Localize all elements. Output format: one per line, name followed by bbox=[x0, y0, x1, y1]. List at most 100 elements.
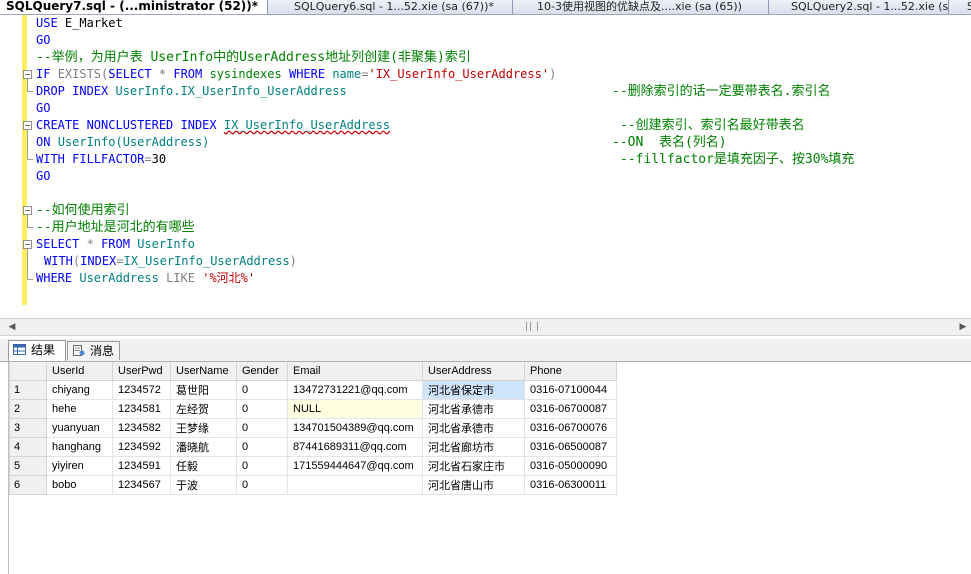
cell-phone[interactable]: 0316-06300011 bbox=[524, 475, 617, 495]
cell-useraddress[interactable]: 河北省保定市 bbox=[422, 380, 525, 400]
results-grid[interactable]: UserId UserPwd UserName Gender Email Use… bbox=[8, 362, 971, 574]
cell-useraddress[interactable]: 河北省廊坊市 bbox=[422, 437, 525, 457]
outline-line bbox=[27, 215, 28, 227]
code-line-10: GO bbox=[36, 169, 51, 183]
outline-line bbox=[27, 249, 28, 279]
cell-email[interactable]: 171559444647@qq.com bbox=[287, 456, 423, 476]
results-table: UserId UserPwd UserName Gender Email Use… bbox=[9, 362, 617, 495]
scroll-left-icon[interactable]: ◀ bbox=[6, 321, 18, 333]
cell-userid[interactable]: yiyiren bbox=[46, 456, 113, 476]
cell-email[interactable]: 13472731221@qq.com bbox=[287, 380, 423, 400]
cell-email[interactable]: 87441689311@qq.com bbox=[287, 437, 423, 457]
collapse-icon[interactable]: − bbox=[23, 240, 32, 249]
cell-phone[interactable]: 0316-06700087 bbox=[524, 399, 617, 419]
tab-sqlquery2[interactable]: SQLQuery2.sql - 1...52.xie (sa (64)) bbox=[769, 0, 949, 14]
tab-sqlquery7[interactable]: SQLQuery7.sql - (...ministrator (52))* bbox=[0, 0, 268, 14]
row-number[interactable]: 2 bbox=[9, 399, 47, 419]
column-header-username[interactable]: UserName bbox=[170, 362, 237, 381]
cell-username[interactable]: 葛世阳 bbox=[170, 380, 237, 400]
code-line-7: CREATE NONCLUSTERED INDEX IX_UserInfo_Us… bbox=[36, 118, 391, 132]
code-line-8: ON UserInfo(UserAddress) bbox=[36, 135, 210, 149]
tab-sqlquery-more[interactable]: SQLQuery bbox=[949, 0, 971, 14]
code-line-13-comment: --用户地址是河北的有哪些 bbox=[36, 220, 195, 235]
collapse-icon[interactable]: − bbox=[23, 206, 32, 215]
cell-userpwd[interactable]: 1234582 bbox=[112, 418, 171, 438]
table-row[interactable]: 4 hanghang 1234592 潘晓航 0 87441689311@qq.… bbox=[9, 437, 617, 457]
cell-username[interactable]: 王梦缘 bbox=[170, 418, 237, 438]
cell-gender[interactable]: 0 bbox=[236, 456, 288, 476]
cell-userpwd[interactable]: 1234591 bbox=[112, 456, 171, 476]
cell-phone[interactable]: 0316-06500087 bbox=[524, 437, 617, 457]
tab-view-pros-cons[interactable]: 10-3使用视图的优缺点及....xie (sa (65)) bbox=[513, 0, 769, 14]
cell-userid[interactable]: hehe bbox=[46, 399, 113, 419]
cell-gender[interactable]: 0 bbox=[236, 437, 288, 457]
column-header-userpwd[interactable]: UserPwd bbox=[112, 362, 171, 381]
column-header-gender[interactable]: Gender bbox=[236, 362, 288, 381]
code-line-16: WHERE UserAddress LIKE '%河北%' bbox=[36, 271, 256, 285]
cell-username[interactable]: 潘晓航 bbox=[170, 437, 237, 457]
cell-username[interactable]: 任毅 bbox=[170, 456, 237, 476]
row-number[interactable]: 6 bbox=[9, 475, 47, 495]
code-line-12-comment: --如何使用索引 bbox=[36, 203, 130, 218]
cell-userpwd[interactable]: 1234572 bbox=[112, 380, 171, 400]
cell-username[interactable]: 左经贺 bbox=[170, 399, 237, 419]
scroll-right-icon[interactable]: ▶ bbox=[957, 321, 969, 333]
row-number[interactable]: 4 bbox=[9, 437, 47, 457]
code-line-5: DROP INDEX UserInfo.IX_UserInfo_UserAddr… bbox=[36, 84, 347, 98]
cell-email[interactable]: 134701504389@qq.com bbox=[287, 418, 423, 438]
column-header-phone[interactable]: Phone bbox=[524, 362, 617, 381]
cell-userid[interactable]: hanghang bbox=[46, 437, 113, 457]
column-header-useraddress[interactable]: UserAddress bbox=[422, 362, 525, 381]
cell-useraddress[interactable]: 河北省承德市 bbox=[422, 418, 525, 438]
splitter-grip-icon[interactable] bbox=[526, 322, 538, 331]
cell-gender[interactable]: 0 bbox=[236, 399, 288, 419]
collapse-icon[interactable]: − bbox=[23, 121, 32, 130]
cell-userid[interactable]: bobo bbox=[46, 475, 113, 495]
table-row[interactable]: 5 yiyiren 1234591 任毅 0 171559444647@qq.c… bbox=[9, 456, 617, 476]
row-number[interactable]: 1 bbox=[9, 380, 47, 400]
outline-line bbox=[27, 79, 28, 91]
tab-sqlquery6[interactable]: SQLQuery6.sql - 1...52.xie (sa (67))* bbox=[268, 0, 513, 14]
outline-line bbox=[27, 91, 33, 92]
editor-horizontal-scrollbar[interactable]: ◀ ▶ bbox=[0, 318, 971, 336]
code-line-15: WITH(INDEX=IX_UserInfo_UserAddress) bbox=[44, 254, 297, 268]
code-line-2: GO bbox=[36, 33, 51, 47]
table-row[interactable]: 3 yuanyuan 1234582 王梦缘 0 134701504389@qq… bbox=[9, 418, 617, 438]
row-number[interactable]: 3 bbox=[9, 418, 47, 438]
row-number[interactable]: 5 bbox=[9, 456, 47, 476]
code-line-7-comment: --创建索引、索引名最好带表名 bbox=[620, 118, 805, 133]
header-row: UserId UserPwd UserName Gender Email Use… bbox=[9, 362, 617, 381]
tab-results[interactable]: 结果 bbox=[8, 340, 66, 361]
cell-userpwd[interactable]: 1234581 bbox=[112, 399, 171, 419]
cell-email[interactable] bbox=[287, 475, 423, 495]
sql-editor[interactable]: − − − − USE E_Market GO --举例，为用户表 UserIn… bbox=[0, 15, 971, 318]
cell-email[interactable]: NULL bbox=[287, 399, 423, 419]
row-selector-header[interactable] bbox=[9, 362, 47, 381]
code-line-1: USE E_Market bbox=[36, 16, 123, 30]
code-line-9: WITH FILLFACTOR=30 bbox=[36, 152, 167, 166]
table-row[interactable]: 6 bobo 1234567 于波 0 河北省唐山市 0316-06300011 bbox=[9, 475, 617, 495]
cell-useraddress[interactable]: 河北省石家庄市 bbox=[422, 456, 525, 476]
cell-userpwd[interactable]: 1234567 bbox=[112, 475, 171, 495]
cell-userid[interactable]: yuanyuan bbox=[46, 418, 113, 438]
cell-username[interactable]: 于波 bbox=[170, 475, 237, 495]
outline-line bbox=[27, 159, 33, 160]
cell-phone[interactable]: 0316-07100044 bbox=[524, 380, 617, 400]
document-tab-bar: SQLQuery7.sql - (...ministrator (52))* S… bbox=[0, 0, 971, 15]
table-row[interactable]: 2 hehe 1234581 左经贺 0 NULL 河北省承德市 0316-06… bbox=[9, 399, 617, 419]
cell-phone[interactable]: 0316-06700076 bbox=[524, 418, 617, 438]
cell-phone[interactable]: 0316-05000090 bbox=[524, 456, 617, 476]
cell-gender[interactable]: 0 bbox=[236, 475, 288, 495]
cell-useraddress[interactable]: 河北省唐山市 bbox=[422, 475, 525, 495]
column-header-email[interactable]: Email bbox=[287, 362, 423, 381]
column-header-userid[interactable]: UserId bbox=[46, 362, 113, 381]
cell-useraddress[interactable]: 河北省承德市 bbox=[422, 399, 525, 419]
cell-gender[interactable]: 0 bbox=[236, 418, 288, 438]
cell-userpwd[interactable]: 1234592 bbox=[112, 437, 171, 457]
tab-messages-label: 消息 bbox=[90, 344, 115, 358]
tab-messages[interactable]: 消息 bbox=[67, 341, 120, 360]
cell-gender[interactable]: 0 bbox=[236, 380, 288, 400]
collapse-icon[interactable]: − bbox=[23, 70, 32, 79]
cell-userid[interactable]: chiyang bbox=[46, 380, 113, 400]
table-row[interactable]: 1 chiyang 1234572 葛世阳 0 13472731221@qq.c… bbox=[9, 380, 617, 400]
